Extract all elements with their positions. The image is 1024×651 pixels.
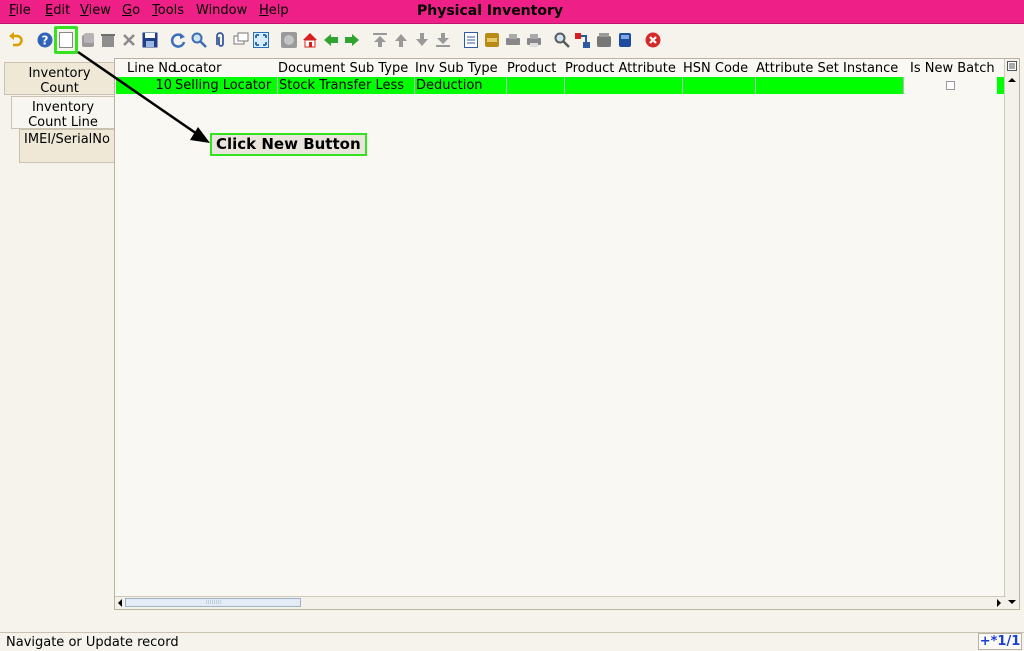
status-message: Navigate or Update record (6, 635, 179, 650)
record-counter[interactable]: +*1/1 (978, 633, 1022, 650)
annotation-label: Click New Button (210, 133, 367, 156)
status-bar: Navigate or Update record +*1/1 (0, 632, 1024, 651)
annotation-arrow (77, 50, 210, 143)
